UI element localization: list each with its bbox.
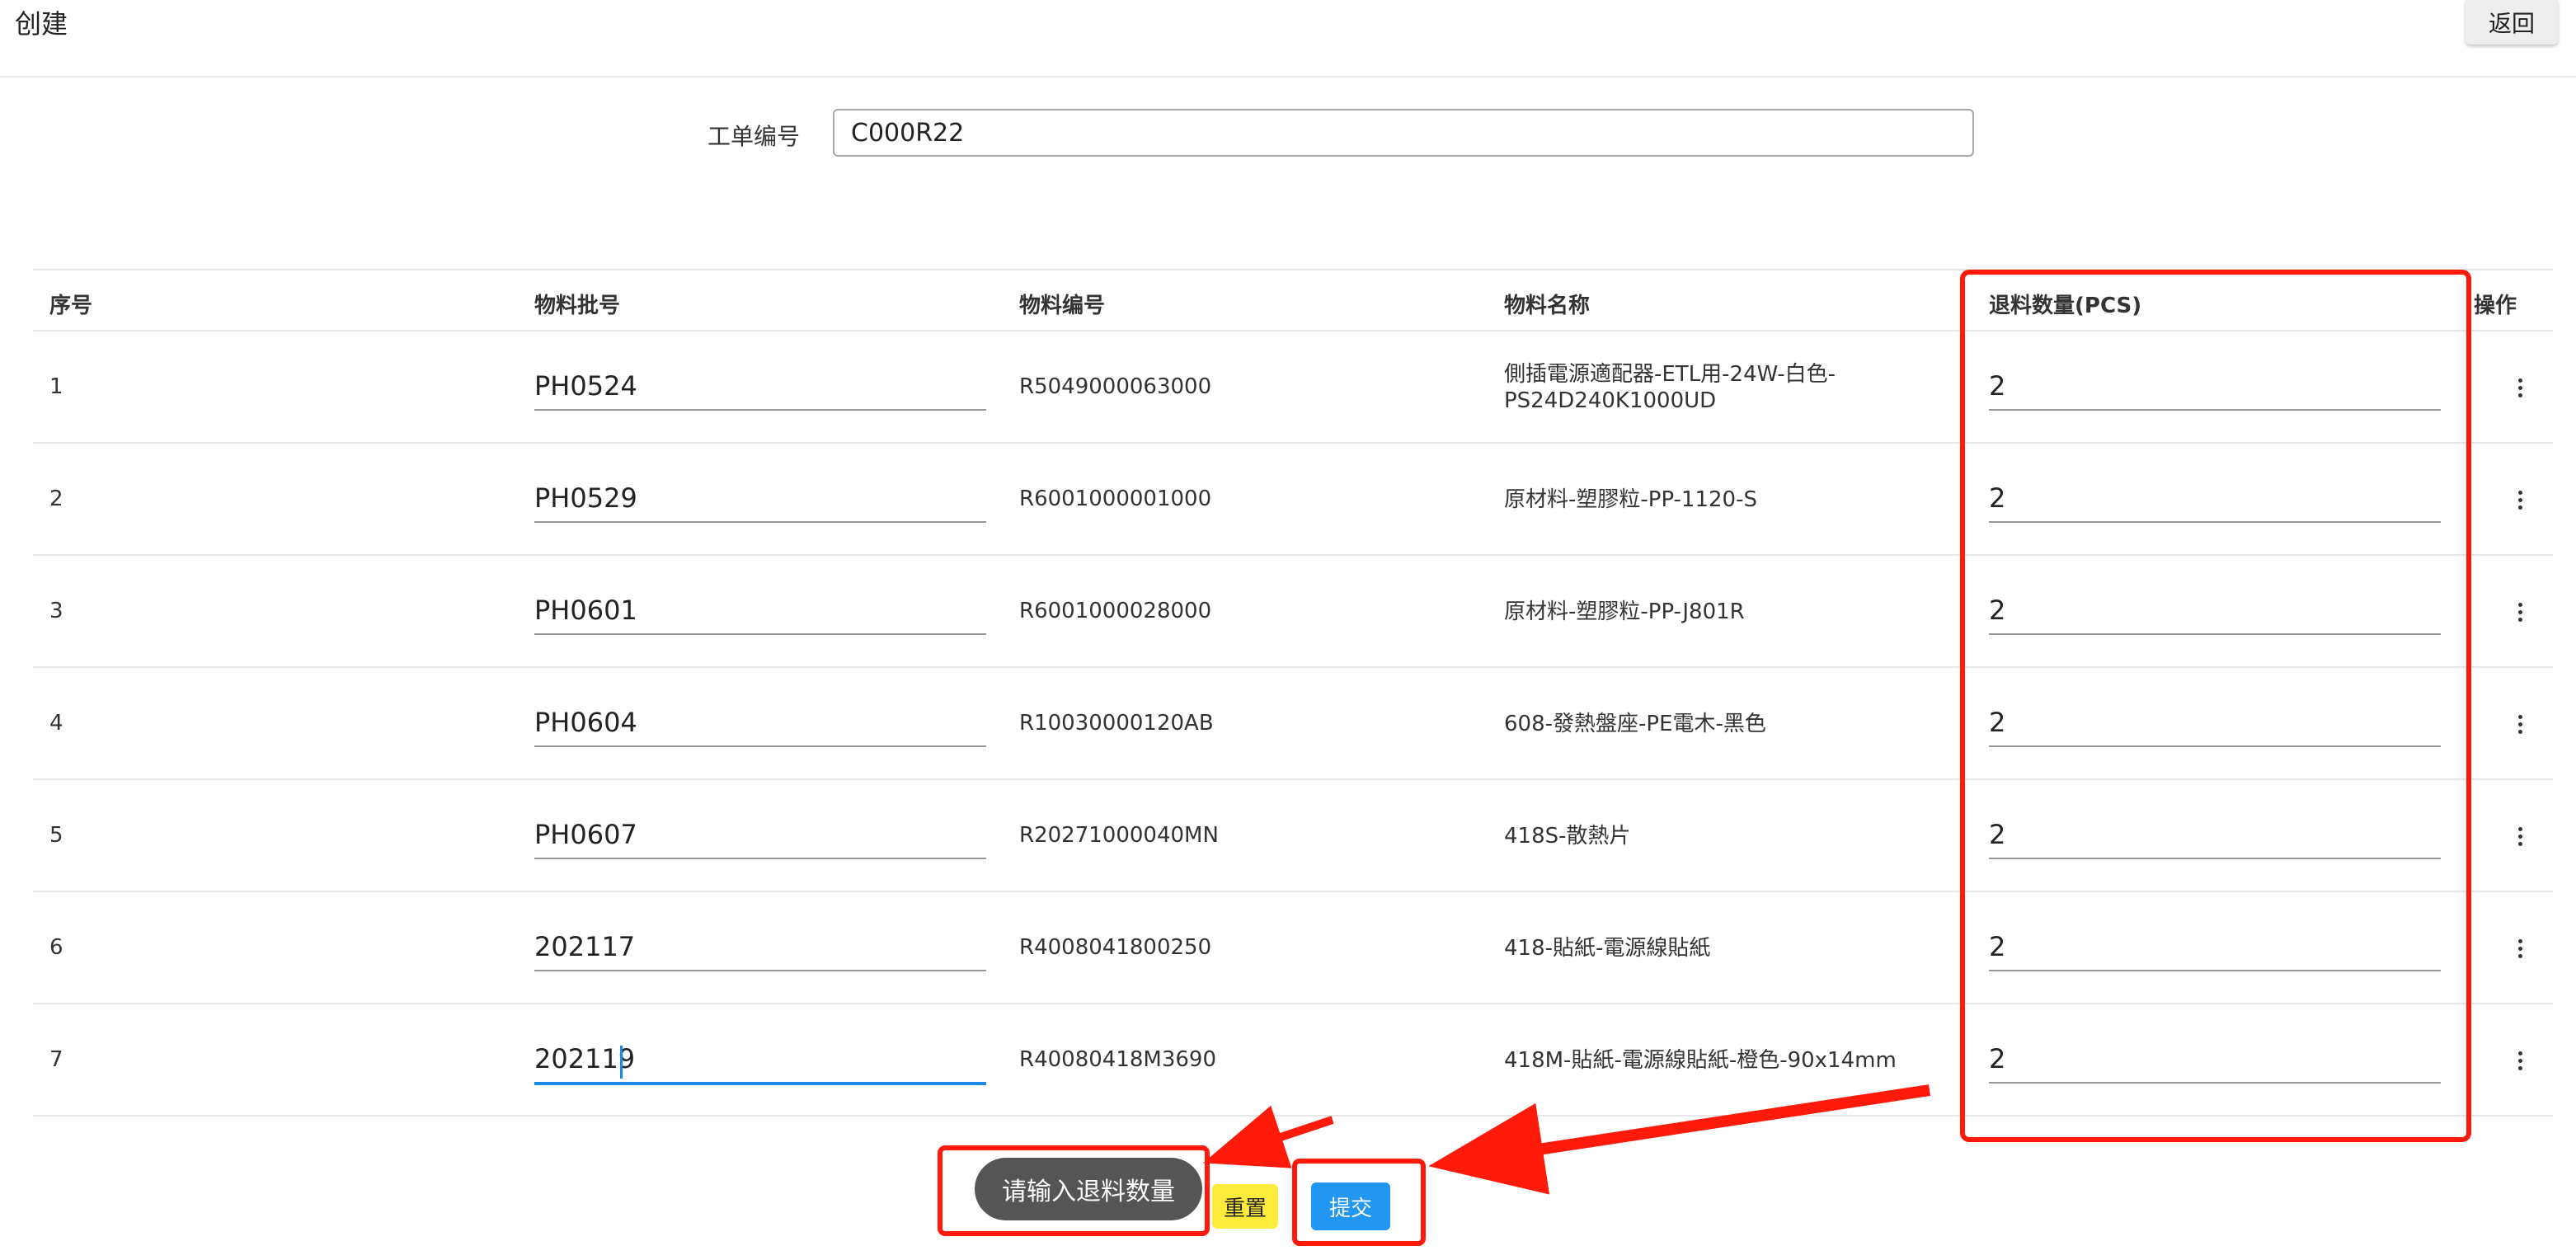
row-seq: 7 — [49, 1047, 63, 1072]
material-code: R40080418M3690 — [1019, 1047, 1217, 1072]
more-vert-icon[interactable] — [2507, 1046, 2533, 1075]
text-caret — [620, 1046, 623, 1079]
table-row: 1 R5049000063000 側插電源適配器-ETL用-24W-白色-PS2… — [33, 331, 2553, 444]
return-qty-input[interactable] — [1989, 475, 2441, 523]
table-header: 序号 物料批号 物料编号 物料名称 退料数量(PCS) 操作 — [33, 269, 2553, 331]
return-qty-input[interactable] — [1989, 699, 2441, 747]
batch-input[interactable] — [534, 363, 986, 411]
order-number-label: 工单编号 — [707, 123, 801, 150]
more-vert-icon[interactable] — [2507, 485, 2533, 515]
material-name: 側插電源適配器-ETL用-24W-白色-PS24D240K1000UD — [1504, 362, 1836, 413]
column-header-name: 物料名称 — [1504, 294, 1591, 318]
more-vert-icon[interactable] — [2507, 597, 2533, 627]
more-vert-icon[interactable] — [2507, 821, 2533, 851]
material-code: R6001000028000 — [1019, 599, 1212, 623]
row-seq: 5 — [49, 823, 63, 848]
row-seq: 3 — [49, 599, 63, 623]
batch-input[interactable] — [534, 924, 986, 971]
material-name: 原材料-塑膠粒-PP-1120-S — [1504, 487, 1757, 512]
order-number-input[interactable] — [833, 109, 1974, 157]
column-header-seq: 序号 — [49, 294, 93, 318]
table-row: 7 R40080418M3690 418M-貼紙-電源線貼紙-橙色-90x14m… — [33, 1004, 2553, 1117]
batch-input[interactable] — [534, 699, 986, 747]
row-seq: 4 — [49, 711, 63, 736]
form-footer — [0, 1121, 2576, 1260]
material-code: R6001000001000 — [1019, 487, 1212, 511]
submit-button[interactable]: 提交 — [1311, 1182, 1390, 1230]
material-name: 418M-貼紙-電源線貼紙-橙色-90x14mm — [1504, 1048, 1897, 1073]
back-button[interactable]: 返回 — [2466, 0, 2558, 45]
batch-input[interactable] — [534, 1036, 986, 1085]
table-row: 6 R4008041800250 418-貼紙-電源線貼紙 — [33, 892, 2553, 1004]
row-seq: 6 — [49, 935, 63, 960]
batch-input[interactable] — [534, 475, 986, 523]
material-code: R20271000040MN — [1019, 823, 1219, 848]
column-header-batch: 物料批号 — [534, 294, 621, 318]
more-vert-icon[interactable] — [2507, 709, 2533, 739]
page-title: 创建 — [15, 8, 68, 40]
table-row: 3 R6001000028000 原材料-塑膠粒-PP-J801R — [33, 556, 2553, 668]
return-qty-input[interactable] — [1989, 811, 2441, 859]
column-header-qty: 退料数量(PCS) — [1989, 294, 2142, 318]
more-vert-icon[interactable] — [2507, 933, 2533, 963]
material-code: R10030000120AB — [1019, 711, 1214, 736]
table-row: 4 R10030000120AB 608-發熱盤座-PE電木-黑色 — [33, 668, 2553, 780]
material-name: 608-發熱盤座-PE電木-黑色 — [1504, 712, 1766, 736]
column-header-code: 物料编号 — [1019, 294, 1106, 318]
table-row: 5 R20271000040MN 418S-散熱片 — [33, 780, 2553, 892]
return-qty-input[interactable] — [1989, 1036, 2441, 1084]
material-name: 418-貼紙-電源線貼紙 — [1504, 936, 1711, 961]
batch-input[interactable] — [534, 587, 986, 635]
material-name: 原材料-塑膠粒-PP-J801R — [1504, 599, 1745, 624]
column-header-actions: 操作 — [2474, 294, 2517, 318]
row-seq: 1 — [49, 374, 63, 399]
more-vert-icon[interactable] — [2507, 373, 2533, 402]
batch-input[interactable] — [534, 811, 986, 859]
material-code: R5049000063000 — [1019, 374, 1212, 399]
reset-button[interactable]: 重置 — [1212, 1184, 1278, 1229]
material-code: R4008041800250 — [1019, 935, 1212, 960]
return-qty-input[interactable] — [1989, 924, 2441, 971]
toast-message: 请输入退料数量 — [975, 1158, 1202, 1220]
table-row: 2 R6001000001000 原材料-塑膠粒-PP-1120-S — [33, 444, 2553, 556]
page-header: 创建 返回 — [0, 0, 2576, 78]
return-qty-input[interactable] — [1989, 587, 2441, 635]
material-table: 序号 物料批号 物料编号 物料名称 退料数量(PCS) 操作 1 R504900… — [33, 269, 2553, 1117]
return-qty-input[interactable] — [1989, 363, 2441, 411]
material-name: 418S-散熱片 — [1504, 824, 1631, 849]
row-seq: 2 — [49, 487, 63, 511]
